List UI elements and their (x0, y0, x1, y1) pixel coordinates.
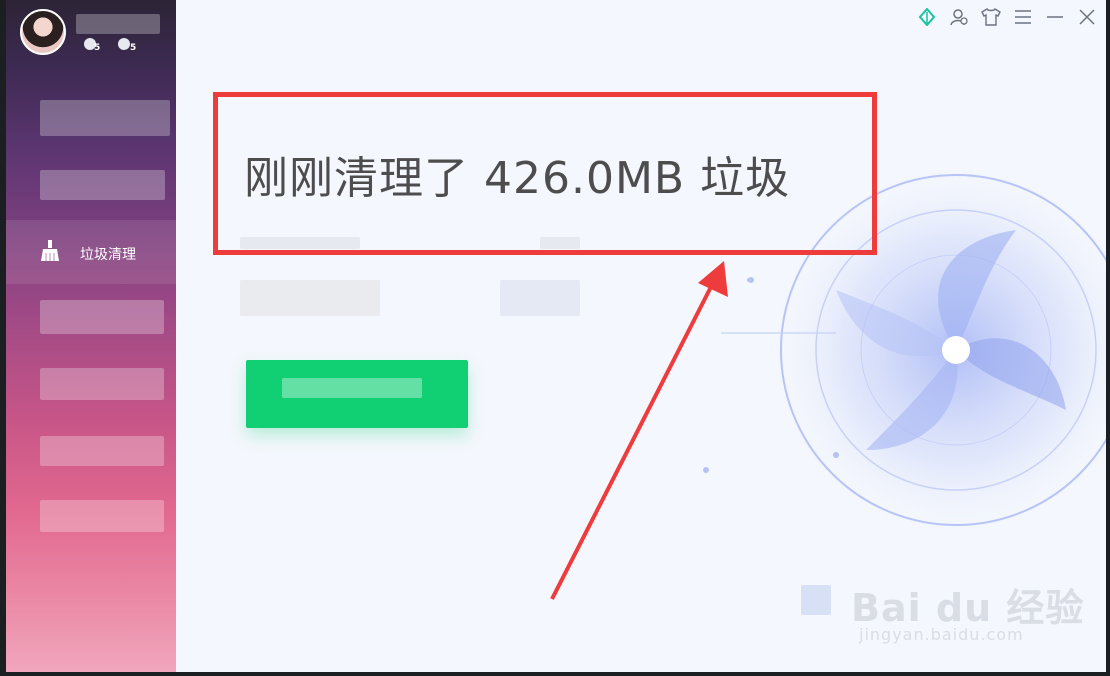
close-icon[interactable] (1076, 6, 1098, 28)
leaf-icon[interactable] (916, 6, 938, 28)
sidebar-item-4[interactable] (40, 300, 164, 334)
sidebar-item-1[interactable] (40, 100, 170, 136)
user-avatar[interactable] (20, 9, 66, 55)
detail-blur-2 (540, 237, 580, 249)
username-blur (76, 14, 160, 34)
watermark-sub: jingyan.baidu.com (859, 625, 1024, 644)
title-bar-controls (916, 6, 1098, 28)
watermark-brand: Bai du 经验 (851, 586, 1085, 630)
primary-action-label-blur (282, 378, 422, 398)
level-badge-text: 5 (94, 43, 101, 53)
sidebar-item-6[interactable] (40, 436, 164, 466)
minimize-icon[interactable] (1044, 6, 1066, 28)
detail-blur-3 (240, 280, 380, 316)
app-window: 5 5 垃圾清理 刚刚清理了 426.0MB 垃圾 Bai du 经验 jing… (6, 0, 1106, 672)
page-title: 刚刚清理了 426.0MB 垃圾 (244, 153, 791, 204)
sidebar-item-2[interactable] (40, 170, 165, 200)
user-settings-icon[interactable] (948, 6, 970, 28)
sidebar: 5 5 垃圾清理 (6, 0, 176, 672)
red-arrow-annotation (550, 261, 728, 600)
coin-icon (118, 38, 130, 50)
skin-shirt-icon[interactable] (980, 6, 1002, 28)
corner-blur (801, 585, 831, 615)
menu-icon[interactable] (1012, 6, 1034, 28)
sidebar-item-label: 垃圾清理 (80, 247, 136, 263)
coin-badge-text: 5 (130, 43, 137, 53)
sidebar-item-7[interactable] (40, 500, 164, 532)
broom-icon (41, 240, 59, 261)
watermark: Bai du 经验 jingyan.baidu.com (851, 577, 1085, 644)
sidebar-item-5[interactable] (40, 368, 164, 400)
detail-blur-1 (240, 237, 360, 249)
